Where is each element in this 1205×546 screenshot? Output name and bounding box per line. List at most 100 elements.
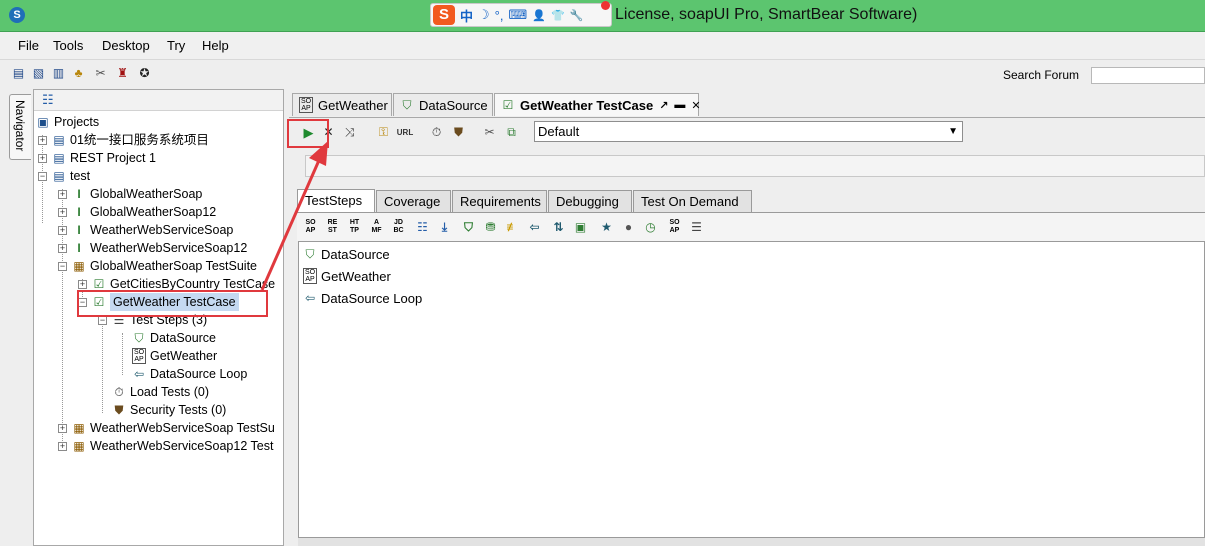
environment-select[interactable]: Default ▼ (534, 121, 963, 142)
tree-item-projects[interactable]: ▣ Projects (36, 113, 99, 131)
tree-item-step[interactable]: SO AP GetWeather (132, 347, 217, 365)
add-rest-step-icon[interactable]: RE ST (325, 219, 340, 235)
create-securitytest-icon[interactable]: ⛊ (451, 125, 466, 140)
expand-icon[interactable]: + (78, 279, 87, 289)
expand-icon[interactable]: + (58, 441, 67, 451)
tab-coverage[interactable]: Coverage (376, 190, 451, 212)
add-manual-step-icon[interactable]: ● (621, 219, 636, 235)
ime-tools-icon[interactable]: 🔧 (570, 9, 584, 22)
ime-keyboard-icon[interactable]: ⌨ (508, 7, 527, 23)
tab-debugging[interactable]: Debugging (548, 190, 632, 212)
project-icon: ▤ (53, 151, 65, 165)
ime-skin-icon[interactable]: 👕 (551, 9, 565, 22)
testcase-options-icon[interactable]: ✂ (482, 125, 497, 140)
add-data-icon[interactable]: ⧉ (504, 125, 519, 140)
sogou-logo-icon[interactable]: S (433, 5, 455, 25)
project-icon: ▤ (53, 169, 65, 183)
detach-tab-icon[interactable]: ↗ (659, 99, 668, 112)
add-gotos-step-icon[interactable]: ≢ (505, 219, 520, 235)
teststep-row[interactable]: SO AP GetWeather (303, 266, 391, 286)
navigator-tab[interactable]: Navigator (9, 94, 31, 160)
tree-item-rest-project[interactable]: + ▤ REST Project 1 (38, 149, 156, 167)
doc-tab-label: DataSource (419, 97, 488, 113)
minimize-tab-icon[interactable]: ▬ (674, 99, 685, 111)
tab-teststeps[interactable]: TestSteps (297, 189, 375, 213)
tree-item-testsuite[interactable]: + ▦ WeatherWebServiceSoap TestSu (58, 419, 275, 437)
proxy-icon[interactable]: ♜ (115, 66, 130, 81)
teststep-label: DataSource (321, 246, 390, 262)
doc-tab-datasource[interactable]: ⛉ DataSource (393, 93, 493, 116)
expand-icon[interactable]: + (58, 225, 67, 235)
settings-tools-icon[interactable]: ✂ (93, 66, 108, 81)
add-mock-step-icon[interactable]: ⇅ (551, 219, 566, 235)
add-datasource-step-icon[interactable]: ⛉ (461, 219, 476, 235)
add-datasink-step-icon[interactable]: ⛃ (483, 219, 498, 235)
add-properties-step-icon[interactable]: ☷ (415, 219, 430, 235)
menu-tools[interactable]: Tools (53, 38, 83, 53)
add-assertion-step-icon[interactable]: ☰ (689, 219, 704, 235)
tree-item-interface[interactable]: + I WeatherWebServiceSoap (58, 221, 233, 239)
add-soap-step-icon[interactable]: SO AP (303, 219, 318, 235)
menu-desktop[interactable]: Desktop (102, 38, 150, 53)
add-amf-step-icon[interactable]: A MF (369, 219, 384, 235)
list-view-icon[interactable]: ☷ (42, 92, 54, 108)
credentials-icon[interactable]: ⚿ (376, 125, 391, 140)
menu-help[interactable]: Help (202, 38, 229, 53)
tree-item-interface[interactable]: + I GlobalWeatherSoap (58, 185, 202, 203)
tree-item-project-01[interactable]: + ▤ 01统一接口服务系统项目 (38, 131, 209, 149)
save-all-icon[interactable]: ▥ (51, 66, 66, 81)
add-groovy-step-icon[interactable]: ★ (599, 219, 614, 235)
expand-icon[interactable]: + (58, 189, 67, 199)
tree-item-loadtests[interactable]: ⏱ Load Tests (0) (112, 383, 209, 401)
tree-item-securitytests[interactable]: ⛊ Security Tests (0) (112, 401, 226, 419)
tab-test-on-demand[interactable]: Test On Demand (633, 190, 752, 212)
expand-icon[interactable]: + (38, 153, 47, 163)
create-loadtest-icon[interactable]: ⏱ (429, 125, 444, 140)
tree-item-testsuite[interactable]: − ▦ GlobalWeatherSoap TestSuite (58, 257, 257, 275)
set-endpoint-button[interactable]: URL (395, 125, 415, 140)
preferences-icon[interactable]: ♣ (71, 66, 86, 81)
menu-file[interactable]: File (18, 38, 39, 53)
add-soap-mock-step-icon[interactable]: SO AP (667, 219, 682, 235)
new-project-icon[interactable]: ▤ (11, 66, 26, 81)
tab-requirements[interactable]: Requirements (452, 190, 547, 212)
teststep-row[interactable]: ⛉ DataSource (303, 244, 390, 264)
collapse-icon[interactable]: − (58, 261, 67, 271)
tree-item-step[interactable]: ⛉ DataSource (132, 329, 216, 347)
expand-icon[interactable]: + (38, 135, 47, 145)
ime-notification-badge (601, 1, 610, 10)
import-project-icon[interactable]: ▧ (31, 66, 46, 81)
add-loop-step-icon[interactable]: ⇦ (527, 219, 542, 235)
add-http-step-icon[interactable]: HT TP (347, 219, 362, 235)
teststep-row[interactable]: ⇦ DataSource Loop (303, 288, 422, 308)
tree-item-interface[interactable]: + I GlobalWeatherSoap12 (58, 203, 216, 221)
close-tab-icon[interactable]: ✕ (691, 99, 700, 112)
ime-punctuation-icon[interactable]: °, (495, 8, 504, 23)
expand-icon[interactable]: + (58, 243, 67, 253)
chevron-down-icon[interactable]: ▼ (948, 122, 958, 141)
ime-moon-icon[interactable]: ☽ (478, 7, 490, 23)
loop-run-icon[interactable]: ⤨ (342, 125, 357, 140)
tree-item-interface[interactable]: + I WeatherWebServiceSoap12 (58, 239, 247, 257)
expand-icon[interactable]: + (58, 207, 67, 217)
menu-try[interactable]: Try (167, 38, 185, 53)
add-transfer-step-icon[interactable]: ⤓ (437, 219, 452, 235)
ime-toolbar[interactable]: S 中 ☽ °, ⌨ 👤 👕 🔧 (430, 1, 612, 27)
tree-item-test[interactable]: − ▤ test (38, 167, 90, 185)
tree-item-step[interactable]: ⇦ DataSource Loop (132, 365, 247, 383)
testsuite-icon: ▦ (73, 259, 85, 273)
add-delay-step-icon[interactable]: ◷ (643, 219, 658, 235)
soap-request-icon: SO AP (132, 348, 146, 364)
add-jdbc-step-icon[interactable]: JD BC (391, 219, 406, 235)
ime-user-icon[interactable]: 👤 (532, 9, 546, 22)
add-run-testcase-step-icon[interactable]: ▣ (573, 219, 588, 235)
ime-mode-indicator[interactable]: 中 (460, 6, 473, 25)
doc-tab-testcase[interactable]: ☑ GetWeather TestCase ↗ ▬ ✕ (494, 93, 701, 116)
doc-tab-getweather[interactable]: SO AP GetWeather (292, 93, 392, 116)
tree-label: GlobalWeatherSoap12 (90, 205, 217, 219)
tree-item-testsuite[interactable]: + ▦ WeatherWebServiceSoap12 Test (58, 437, 273, 455)
expand-icon[interactable]: + (58, 423, 67, 433)
about-icon[interactable]: ✪ (137, 66, 152, 81)
search-forum-input[interactable] (1091, 67, 1205, 84)
collapse-icon[interactable]: − (38, 171, 47, 181)
